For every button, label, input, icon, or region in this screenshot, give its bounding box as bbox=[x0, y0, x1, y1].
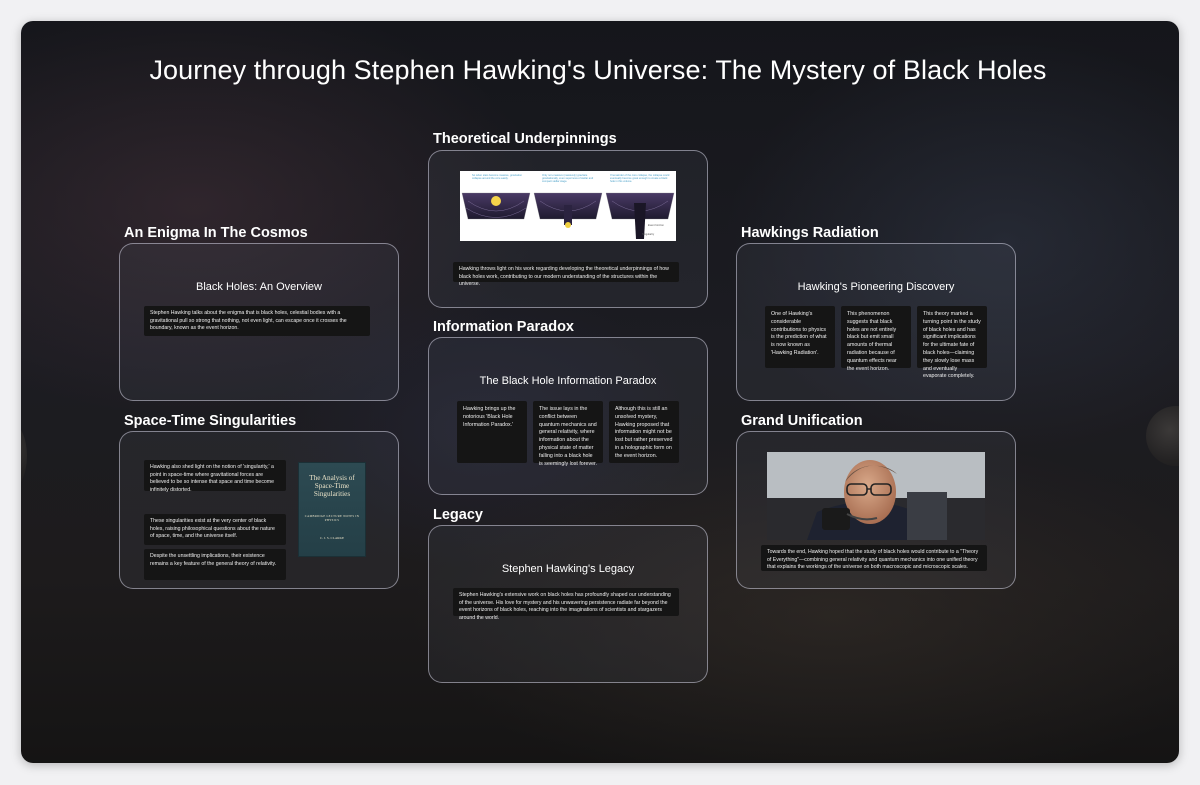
frame-title-enigma: An Enigma In The Cosmos bbox=[124, 225, 308, 241]
frame-radiation[interactable]: Hawking's Pioneering Discovery One of Ha… bbox=[736, 243, 1016, 401]
legacy-heading: Stephen Hawking's Legacy bbox=[501, 563, 635, 575]
frame-paradox[interactable]: The Black Hole Information Paradox Hawki… bbox=[428, 337, 708, 495]
frame-title-singularities: Space-Time Singularities bbox=[124, 413, 297, 429]
unification-text: Towards the end, Hawking hoped that the … bbox=[761, 545, 987, 571]
paradox-heading: The Black Hole Information Paradox bbox=[479, 375, 657, 387]
enigma-heading: Black Holes: An Overview bbox=[196, 281, 322, 293]
paradox-column-1: Hawking brings up the notorious 'Black H… bbox=[457, 401, 527, 463]
diagram-label-event-horizon: Event horizon bbox=[648, 224, 664, 227]
frame-title-radiation: Hawkings Radiation bbox=[741, 225, 879, 241]
portrait-graphic bbox=[767, 452, 985, 540]
paradox-column-2: The issue lays in the conflict between q… bbox=[533, 401, 603, 467]
diagram-label-singularity: Singularity bbox=[642, 233, 655, 236]
paradox-column-3: Although this is still an unsolved myste… bbox=[609, 401, 679, 463]
black-hole-formation-diagram: So when stars become massive, gravitatio… bbox=[460, 171, 676, 241]
frame-title-theory: Theoretical Underpinnings bbox=[433, 131, 617, 147]
hawking-portrait-photo bbox=[767, 452, 985, 540]
legacy-text: Stephen Hawking's extensive work on blac… bbox=[453, 588, 679, 621]
frame-singularities[interactable]: Hawking also shed light on the notion of… bbox=[119, 431, 399, 589]
book-title: The Analysis of Space-Time Singularities bbox=[309, 474, 355, 498]
frame-title-paradox: Information Paradox bbox=[433, 319, 574, 335]
singularities-text-3: Despite the unsettling implications, the… bbox=[144, 549, 286, 580]
radiation-heading: Hawking's Pioneering Discovery bbox=[797, 281, 955, 293]
page-title: Journey through Stephen Hawking's Univer… bbox=[149, 55, 1047, 85]
planet-right-decoration bbox=[1146, 406, 1179, 466]
radiation-column-2: This phenomenon suggests that black hole… bbox=[841, 306, 911, 372]
radiation-column-3: This theory marked a turning point in th… bbox=[917, 306, 987, 379]
enigma-text: Stephen Hawking talks about the enigma t… bbox=[144, 306, 370, 336]
book-subtitle: CAMBRIDGE LECTURE NOTES IN PHYSICS bbox=[304, 514, 360, 522]
presentation-canvas: Journey through Stephen Hawking's Univer… bbox=[21, 21, 1179, 763]
book-author: C. J. S. CLARKE bbox=[319, 536, 345, 540]
frame-legacy[interactable]: Stephen Hawking's Legacy Stephen Hawking… bbox=[428, 525, 708, 683]
frame-title-unification: Grand Unification bbox=[741, 413, 863, 429]
frame-unification[interactable]: Towards the end, Hawking hoped that the … bbox=[736, 431, 1016, 589]
spacetime-wells-graphic bbox=[461, 192, 675, 239]
frame-theory[interactable]: So when stars become massive, gravitatio… bbox=[428, 150, 708, 308]
frame-enigma[interactable]: Black Holes: An Overview Stephen Hawking… bbox=[119, 243, 399, 401]
singularities-text-1: Hawking also shed light on the notion of… bbox=[144, 460, 286, 493]
radiation-column-1: One of Hawking's considerable contributi… bbox=[765, 306, 835, 368]
frame-title-legacy: Legacy bbox=[433, 507, 483, 523]
book-cover-image: The Analysis of Space-Time Singularities… bbox=[298, 462, 366, 557]
planet-left-decoration bbox=[21, 421, 27, 491]
theory-text: Hawking throws light on his work regardi… bbox=[453, 262, 679, 287]
singularities-text-2: These singularities exist at the very ce… bbox=[144, 514, 286, 545]
